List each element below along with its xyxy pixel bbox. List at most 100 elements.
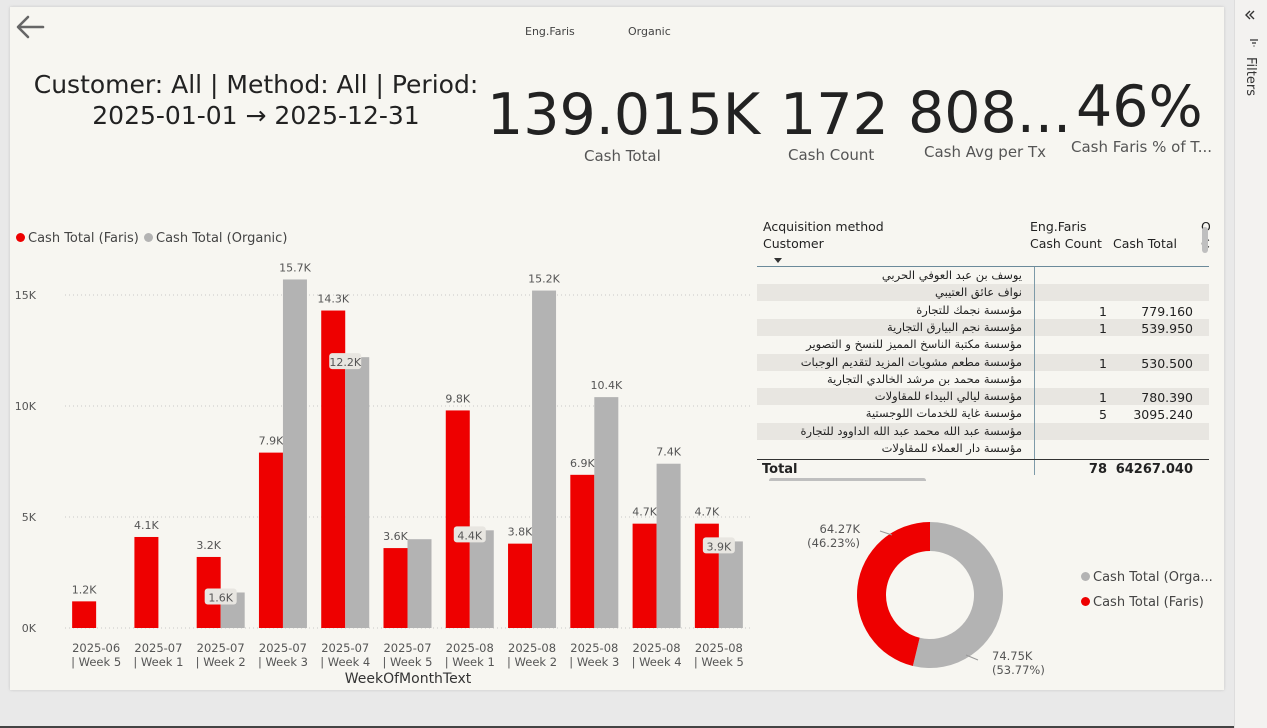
bar-faris[interactable] (258, 452, 283, 628)
legend-faris-label: Cash Total (Faris) (28, 231, 139, 246)
customer-table: Acquisition method Eng.Faris O Customer … (757, 216, 1210, 481)
donut-legend-organic-label: Cash Total (Orga... (1093, 570, 1213, 585)
donut-label-organic-value: 74.75K (992, 649, 1033, 663)
x-tick-label: 2025-06 (72, 641, 120, 655)
donut-legend-organic[interactable]: Cash Total (Orga... (1081, 570, 1213, 585)
legend-organic-dot (144, 233, 153, 242)
donut-legend-faris[interactable]: Cash Total (Faris) (1081, 595, 1204, 610)
bar-organic[interactable] (282, 279, 307, 628)
data-label: 3.6K (383, 530, 408, 543)
x-tick-label: 2025-08 (508, 641, 556, 655)
table-header-cash-count[interactable]: Cash Count (1030, 236, 1102, 251)
filters-pane[interactable] (1234, 0, 1267, 728)
table-row[interactable]: مؤسسة غاية للخدمات اللوجستية 5 3095.240 (757, 405, 1209, 422)
table-header-customer[interactable]: Customer (763, 236, 824, 251)
bar-faris[interactable] (570, 474, 595, 628)
total-count: 78 (1088, 462, 1107, 477)
filter-icon[interactable] (1249, 38, 1259, 48)
x-tick-label: 2025-07 (197, 641, 245, 655)
bar-faris[interactable] (508, 543, 533, 628)
y-tick-label: 10K (15, 400, 37, 413)
donut-legend-organic-dot (1081, 572, 1090, 581)
table-row[interactable]: يوسف بن عبد العوفي الحربي (757, 267, 1209, 284)
x-tick-label: | Week 3 (569, 655, 619, 669)
table-row[interactable]: مؤسسة مكتبة الناسخ المميز للنسخ و التصوي… (757, 336, 1209, 353)
back-arrow-icon[interactable] (13, 9, 47, 43)
table-horizontal-scrollbar[interactable] (769, 478, 926, 481)
kpi-faris-pct-value: 46% (1076, 74, 1203, 140)
x-tick-label: 2025-08 (570, 641, 618, 655)
cell-customer: مؤسسة غاية للخدمات اللوجستية (865, 406, 1022, 421)
data-label: 4.4K (457, 529, 482, 542)
kpi-cash-count-label: Cash Count (788, 146, 875, 164)
cell-cash-total: 779.160 (1141, 303, 1193, 319)
bar-chart: 0K5K10K15K1.2K2025-06| Week 54.1K2025-07… (15, 261, 750, 687)
data-label: 9.8K (445, 392, 470, 405)
donut-legend-faris-label: Cash Total (Faris) (1093, 595, 1204, 610)
bar-faris[interactable] (134, 536, 159, 628)
legend-organic-series[interactable]: Cash Total (Organic) (144, 231, 287, 246)
x-tick-label: 2025-07 (259, 641, 307, 655)
total-cash: 64267.040 (1115, 462, 1193, 477)
table-row[interactable]: مؤسسة ليالي البيداء للمقاولات 1 780.390 (757, 388, 1209, 406)
cell-customer: نواف عائق العتيبي (935, 285, 1022, 300)
bar-faris[interactable] (445, 410, 470, 628)
data-label: 6.9K (570, 457, 595, 470)
table-vertical-scrollbar[interactable] (1202, 227, 1208, 253)
donut-chart: 74.75K(53.77%) 64.27K(46.23%) (807, 522, 1045, 677)
kpi-cash-avg-label: Cash Avg per Tx (924, 143, 1047, 161)
table-total-row: Total 78 64267.040 (757, 459, 1209, 478)
bar-organic[interactable] (718, 541, 743, 628)
filters-pane-label[interactable]: Filters (1243, 57, 1258, 96)
table-row[interactable]: مؤسسة مطعم مشويات المزيد لتقديم الوجبات 1… (757, 353, 1209, 371)
table-row[interactable]: مؤسسة عبد الله محمد عبد الله الداوود للت… (757, 422, 1209, 440)
y-tick-label: 0K (22, 622, 37, 635)
x-tick-label: 2025-07 (383, 641, 431, 655)
donut-label-faris-value: 64.27K (820, 522, 861, 536)
cell-cash-count: 1 (1099, 390, 1107, 406)
table-row[interactable]: مؤسسة نجمك للتجارة 1 779.160 (757, 302, 1209, 319)
sort-desc-icon[interactable] (774, 258, 782, 264)
cell-cash-total: 780.390 (1141, 390, 1193, 406)
table-row[interactable]: مؤسسة دار العملاء للمقاولات (757, 440, 1209, 457)
x-tick-label: | Week 1 (133, 655, 183, 669)
bar-organic[interactable] (532, 290, 557, 628)
legend-faris[interactable]: Cash Total (Faris) (16, 231, 139, 246)
data-label: 4.7K (632, 506, 657, 519)
data-label: 12.2K (329, 356, 361, 369)
x-tick-label: | Week 4 (320, 655, 370, 669)
data-label: 1.6K (208, 591, 233, 604)
legend-organic: Organic (628, 25, 671, 38)
x-tick-label: | Week 5 (382, 655, 432, 669)
x-tick-label: | Week 3 (258, 655, 308, 669)
leader-line (879, 530, 893, 536)
cell-customer: مؤسسة دار العملاء للمقاولات (881, 441, 1022, 455)
bar-organic[interactable] (407, 539, 432, 628)
bar-faris[interactable] (72, 601, 97, 628)
data-label: 3.9K (707, 540, 732, 553)
x-tick-label: | Week 1 (445, 655, 495, 669)
bar-organic[interactable] (469, 530, 494, 628)
report-canvas: Eng.Faris Organic Customer: All | Method… (10, 7, 1224, 690)
cell-cash-total: 530.500 (1141, 355, 1193, 371)
x-tick-label: 2025-08 (633, 641, 681, 655)
cell-customer: مؤسسة نجمك للتجارة (916, 302, 1022, 317)
data-label: 4.7K (695, 506, 720, 519)
bar-faris[interactable] (383, 548, 408, 628)
table-header-eng-faris: Eng.Faris (1030, 219, 1087, 234)
bar-organic[interactable] (345, 357, 370, 628)
bar-organic[interactable] (594, 397, 619, 628)
x-tick-label: | Week 5 (71, 655, 121, 669)
table-header-cash-total[interactable]: Cash Total (1113, 236, 1177, 251)
cell-customer: يوسف بن عبد العوفي الحربي (881, 268, 1022, 282)
x-axis-title: WeekOfMonthText (345, 671, 472, 687)
table-row[interactable]: مؤسسة محمد بن مرشد الخالدي التجارية (757, 371, 1209, 388)
bar-organic[interactable] (656, 463, 681, 628)
collapse-chevron-icon[interactable] (1244, 9, 1256, 21)
table-row[interactable]: نواف عائق العتيبي (757, 284, 1209, 302)
donut-label-organic-pct: (53.77%) (992, 663, 1045, 677)
kpi-cash-total-label: Cash Total (584, 147, 661, 165)
x-tick-label: 2025-08 (695, 641, 743, 655)
table-row[interactable]: مؤسسة نجم البيارق التجارية 1 539.950 (757, 318, 1209, 336)
bar-faris[interactable] (632, 523, 657, 628)
